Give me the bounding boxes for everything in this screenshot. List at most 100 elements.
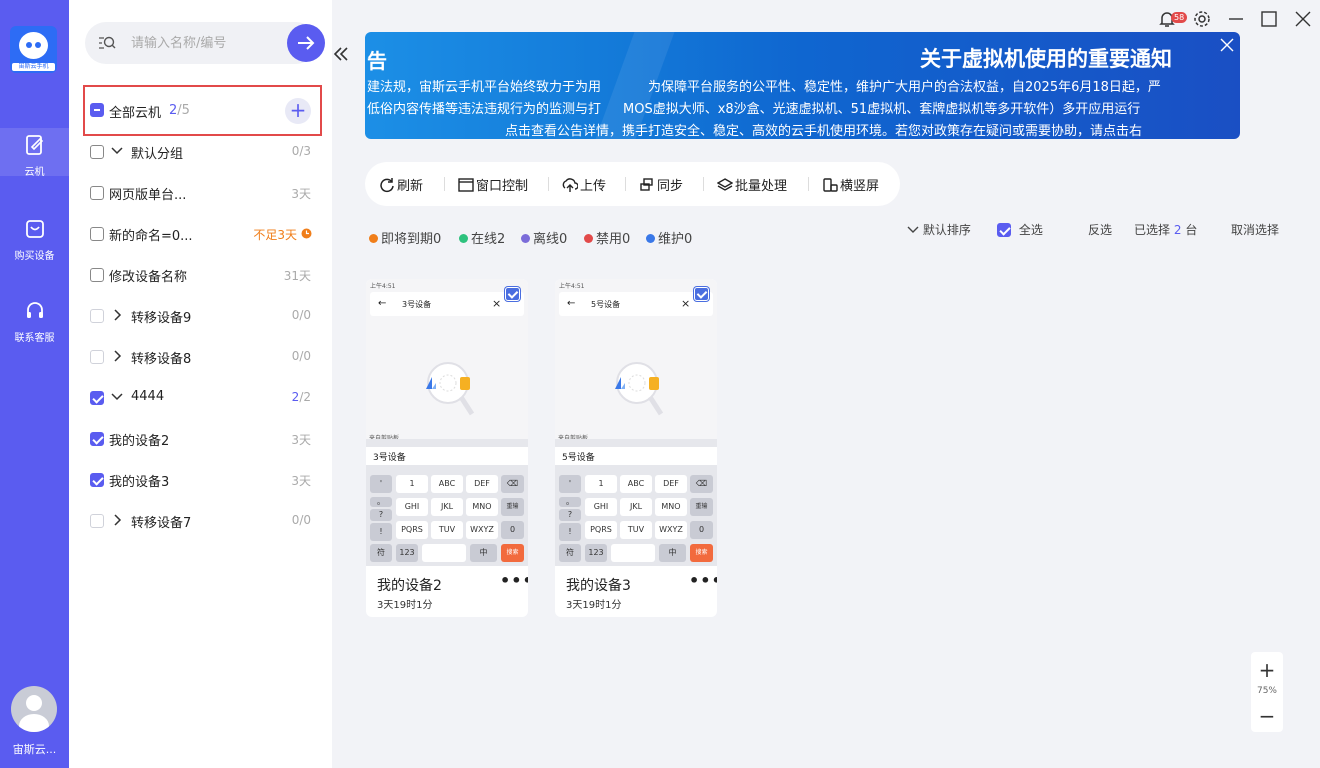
arrow-right-icon — [298, 36, 315, 50]
close-icon[interactable] — [1293, 9, 1313, 29]
headset-icon — [26, 302, 43, 318]
nav-item-support[interactable]: 联系客服 — [0, 300, 69, 344]
user-avatar[interactable] — [11, 686, 57, 732]
checkbox[interactable] — [90, 309, 104, 323]
announcement-banner[interactable]: 告 建法规，宙斯云手机平台始终致力于为用 低俗内容传播等违法违规行为的监测与打 … — [365, 32, 1240, 139]
banner-close-icon[interactable] — [1218, 36, 1236, 54]
zoom-control: + 75% − — [1251, 652, 1283, 732]
device-screen[interactable]: 上午4:51 ← 5号设备 × 来自剪贴板 5号设备 ' 1 ABC DEF ⌫… — [555, 279, 717, 566]
keyboard-key: 123 — [396, 544, 418, 562]
group-row[interactable]: 转移设备7 0/0 — [84, 506, 317, 536]
cloud-phone-icon — [25, 135, 43, 155]
device-row[interactable]: 修改设备名称 31天 — [84, 260, 317, 290]
checkbox[interactable] — [90, 514, 104, 528]
group-row[interactable]: 4444 2/2 — [84, 383, 317, 413]
device-remaining: 3天 — [291, 433, 311, 447]
device-screen[interactable]: 上午4:51 ← 3号设备 × 来自剪贴板 3号设备 ' 1 ABC DEF ⌫… — [366, 279, 528, 566]
shopping-bag-icon — [25, 220, 44, 238]
sort-dropdown[interactable]: 默认排序 — [907, 221, 971, 238]
checkbox[interactable] — [90, 186, 104, 200]
group-count: 0/0 — [291, 308, 311, 322]
checkbox[interactable] — [90, 350, 104, 364]
chevron-down-icon[interactable] — [110, 144, 124, 158]
device-row[interactable]: 我的设备3 3天 — [84, 465, 317, 495]
minimize-icon[interactable] — [1226, 9, 1246, 29]
chevron-down-icon[interactable] — [110, 390, 124, 404]
device-row[interactable]: 我的设备2 3天 — [84, 424, 317, 454]
keyboard-key: DEF — [466, 475, 498, 493]
checkbox-all[interactable] — [90, 103, 104, 117]
zoom-level: 75% — [1256, 686, 1277, 696]
search-submit-button[interactable] — [287, 24, 325, 62]
more-options-icon[interactable]: ••• — [689, 571, 717, 590]
window-control-button[interactable]: 窗口控制 — [458, 175, 528, 194]
cancel-selection-button[interactable]: 取消选择 — [1231, 221, 1279, 238]
nav-label-support: 联系客服 — [14, 333, 55, 344]
invert-selection-button[interactable]: 反选 — [1088, 221, 1112, 238]
status-disabled[interactable]: 禁用0 — [584, 228, 630, 247]
checkbox[interactable] — [90, 391, 104, 405]
group-label: 转移设备8 — [131, 352, 192, 367]
batch-process-button[interactable]: 批量处理 — [717, 175, 787, 194]
device-select-checkbox[interactable] — [505, 287, 520, 301]
collapse-panel-button[interactable] — [332, 44, 350, 64]
group-label: 转移设备9 — [131, 311, 192, 326]
device-row[interactable]: 网页版单台... 3天 — [84, 178, 317, 208]
clipboard-suggestion: 5号设备 — [555, 447, 717, 465]
group-all-cloud-phones[interactable]: 全部云机 2/5 + — [83, 85, 322, 136]
chevron-right-icon[interactable] — [110, 349, 124, 363]
nav-label-buy-device: 购买设备 — [14, 251, 55, 262]
group-count: 0/0 — [291, 349, 311, 363]
add-group-button[interactable]: + — [285, 98, 311, 124]
status-online[interactable]: 在线2 — [459, 228, 505, 247]
banner-line: 点击查看公告详情，携手打造安全、稳定、高效的云手机使用环境。若您对政策存在疑问或… — [505, 124, 1143, 139]
keyboard-key: WXYZ — [466, 521, 498, 539]
more-options-icon[interactable]: ••• — [500, 571, 528, 590]
refresh-button[interactable]: 刷新 — [379, 175, 423, 194]
checkbox[interactable] — [90, 473, 104, 487]
checkbox[interactable] — [90, 145, 104, 159]
group-row[interactable]: 转移设备9 0/0 — [84, 301, 317, 331]
device-label: 我的设备2 — [109, 434, 170, 449]
space-key — [611, 544, 655, 562]
check-circle-icon — [459, 234, 468, 243]
search-list-icon — [99, 36, 116, 49]
nav-item-cloud-phone[interactable]: 云机 — [0, 128, 69, 178]
device-card[interactable]: 上午4:51 ← 3号设备 × 来自剪贴板 3号设备 ' 1 ABC DEF ⌫… — [366, 279, 528, 617]
keyboard-key: 。 — [559, 497, 581, 507]
checkbox[interactable] — [90, 268, 104, 282]
nav-item-buy-device[interactable]: 购买设备 — [0, 218, 69, 262]
group-label: 转移设备7 — [131, 516, 192, 531]
checkbox[interactable] — [90, 432, 104, 446]
orientation-button[interactable]: 横竖屏 — [822, 175, 879, 194]
banner-left-line: 低俗内容传播等违法违规行为的监测与打 — [367, 102, 602, 117]
device-label: 我的设备3 — [109, 475, 170, 490]
search-bar: ← 3号设备 × — [370, 292, 524, 316]
maximize-icon[interactable] — [1259, 9, 1279, 29]
status-bar-time: 上午4:51 — [370, 283, 396, 290]
status-maintenance[interactable]: 维护0 — [646, 228, 692, 247]
sync-button[interactable]: 同步 — [639, 175, 683, 194]
chevron-right-icon[interactable] — [110, 308, 124, 322]
device-select-checkbox[interactable] — [694, 287, 709, 301]
select-all-checkbox[interactable]: 全选 — [997, 221, 1043, 238]
upload-button[interactable]: 上传 — [562, 175, 606, 194]
status-offline[interactable]: 离线0 — [521, 228, 567, 247]
gear-icon[interactable] — [1192, 9, 1212, 29]
action-toolbar: 刷新 窗口控制 上传 同步 批量处理 横竖屏 — [365, 162, 900, 206]
group-row[interactable]: 转移设备8 0/0 — [84, 342, 317, 372]
zoom-in-button[interactable]: + — [1251, 658, 1283, 682]
zoom-out-button[interactable]: − — [1251, 704, 1283, 728]
search-input[interactable] — [131, 33, 261, 53]
device-card[interactable]: 上午4:51 ← 5号设备 × 来自剪贴板 5号设备 ' 1 ABC DEF ⌫… — [555, 279, 717, 617]
group-row[interactable]: 默认分组 0/3 — [84, 137, 317, 167]
device-row[interactable]: 新的命名=0... 不足3天 — [84, 219, 317, 249]
chevron-right-icon[interactable] — [110, 513, 124, 527]
keyboard-key: 1 — [396, 475, 428, 493]
keyboard-key: 符 — [559, 544, 581, 562]
clear-icon: × — [492, 297, 502, 310]
group-count: 0/3 — [291, 144, 311, 158]
keyboard-key: PQRS — [585, 521, 617, 539]
checkbox[interactable] — [90, 227, 104, 241]
status-expiring[interactable]: 即将到期0 — [369, 228, 441, 247]
